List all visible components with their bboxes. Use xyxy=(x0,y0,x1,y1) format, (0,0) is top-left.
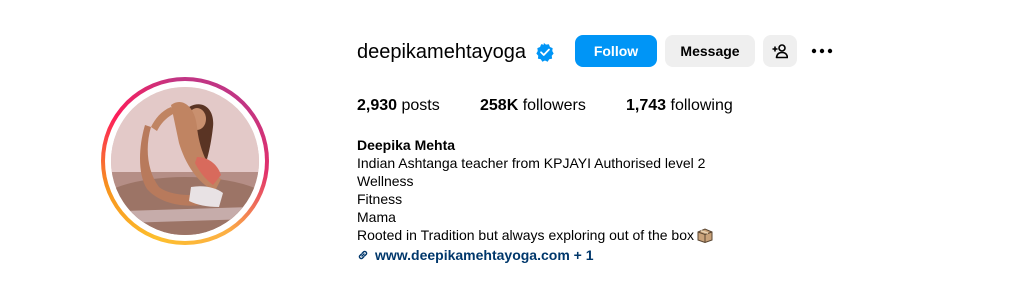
bio-line: Mama xyxy=(357,209,396,225)
bio-line: Wellness xyxy=(357,173,414,189)
avatar-story-ring[interactable] xyxy=(101,77,269,245)
posts-label: posts xyxy=(401,97,440,114)
add-person-icon xyxy=(772,44,788,59)
follow-button[interactable]: Follow xyxy=(575,35,657,67)
package-box-icon xyxy=(697,228,713,244)
bio-line: Indian Ashtanga teacher from KPJAYI Auth… xyxy=(357,155,706,171)
followers-count-value: 258K xyxy=(480,97,519,114)
more-options-icon[interactable] xyxy=(810,43,834,59)
external-link[interactable]: www.deepikamehtayoga.com + 1 xyxy=(357,246,713,264)
profile-photo-yoga-pose xyxy=(111,87,259,235)
bio-line-text: Rooted in Tradition but always exploring… xyxy=(357,227,694,243)
bio-line: Fitness xyxy=(357,191,403,207)
followers-link[interactable]: 258K followers xyxy=(480,96,586,116)
profile-header: deepikamehtayoga Follow Message 2,930 po… xyxy=(0,0,1024,282)
link-text[interactable]: www.deepikamehtayoga.com xyxy=(375,247,570,263)
verified-badge-icon xyxy=(535,42,555,62)
followers-label: followers xyxy=(522,97,586,114)
avatar[interactable] xyxy=(111,87,259,235)
full-name: Deepika Mehta xyxy=(357,137,456,153)
link-icon xyxy=(357,247,369,260)
link-extra[interactable]: + 1 xyxy=(574,247,594,263)
bio: Deepika Mehta Indian Ashtanga teacher fr… xyxy=(357,136,713,264)
bio-line-last: Rooted in Tradition but always exploring… xyxy=(357,226,713,244)
posts-count-value: 2,930 xyxy=(357,97,398,114)
posts-count: 2,930 posts xyxy=(357,96,440,116)
following-link[interactable]: 1,743 following xyxy=(626,96,733,116)
username[interactable]: deepikamehtayoga xyxy=(357,38,526,66)
following-count-value: 1,743 xyxy=(626,97,667,114)
following-label: following xyxy=(670,97,733,114)
suggested-accounts-button[interactable] xyxy=(763,35,797,67)
message-button[interactable]: Message xyxy=(665,35,755,67)
